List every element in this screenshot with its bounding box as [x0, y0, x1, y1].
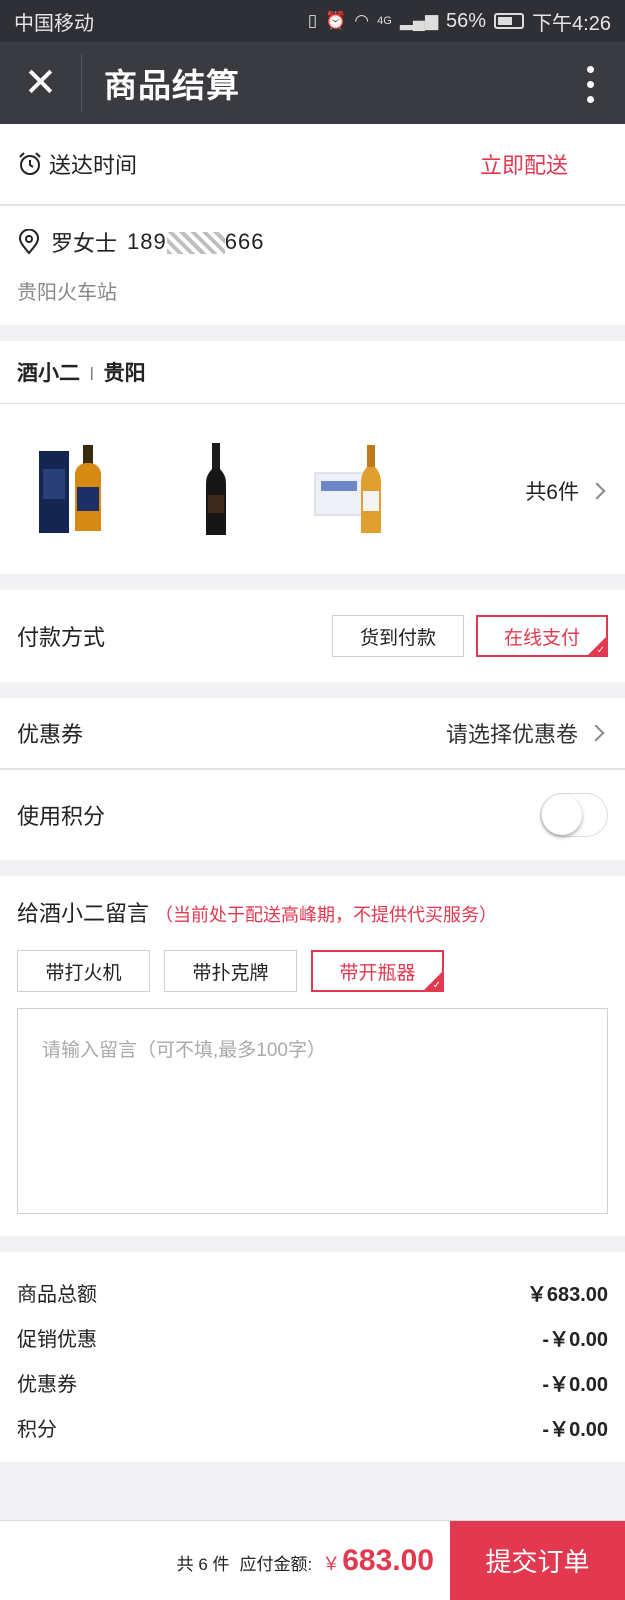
more-options-icon[interactable]: [587, 66, 595, 103]
chip-lighter[interactable]: 带打火机: [17, 950, 150, 992]
total-row-promo: 促销优惠 -￥0.00: [17, 1329, 608, 1351]
alarm-icon: ⏰: [325, 11, 347, 30]
message-hint: （当前处于配送高峰期，不提供代买服务）: [155, 905, 498, 925]
product-count[interactable]: 共6件: [525, 476, 606, 506]
product-count-label: 共6件: [525, 481, 579, 504]
pay-on-delivery-button[interactable]: 货到付款: [332, 615, 464, 657]
recipient-phone: 189 666: [127, 229, 265, 255]
coupon-label: 优惠券: [17, 722, 84, 747]
phone-mask: [166, 232, 225, 255]
chip-bottle-opener[interactable]: 带开瓶器: [311, 950, 444, 992]
selected-check-icon: [424, 972, 442, 991]
carrier-label: 中国移动: [14, 12, 94, 35]
delivery-time-value[interactable]: 立即配送: [480, 148, 608, 180]
close-icon[interactable]: ✕: [0, 54, 82, 112]
shop-separator: |: [90, 364, 94, 380]
order-totals: 商品总额 ￥683.00 促销优惠 -￥0.00 优惠券 -￥0.00 积分 -￥0.0…: [0, 1252, 625, 1462]
vibrate-icon: ▯: [307, 11, 318, 30]
top-navigation-bar: ✕ 商品结算: [0, 42, 625, 124]
selected-check-icon: [588, 637, 606, 656]
total-row-goods: 商品总额 ￥683.00: [17, 1284, 608, 1306]
message-section: 给酒小二留言 （当前处于配送高峰期，不提供代买服务） 带打火机 带扑克牌 带开瓶器…: [0, 876, 625, 1236]
address-block[interactable]: 罗女士 189 666 贵阳火车站: [0, 206, 625, 325]
message-title: 给酒小二留言: [17, 901, 150, 926]
payment-method-row: 付款方式 货到付款 在线支付: [0, 590, 625, 682]
chevron-right-icon: [587, 724, 605, 742]
address-location: 贵阳火车站: [17, 282, 117, 304]
footer-count: 共 6 件: [176, 1554, 230, 1574]
chip-bottle-opener-label: 带开瓶器: [339, 962, 416, 984]
pay-online-button[interactable]: 在线支付: [476, 615, 608, 657]
submit-order-button[interactable]: 提交订单: [450, 1520, 625, 1600]
total-row-coupon: 优惠券 -￥0.00: [17, 1374, 608, 1396]
shop-city: 贵阳: [103, 362, 146, 385]
status-icons: ▯ ⏰ ◠ 4G ▂▄▆ 56% 下午4:26: [308, 7, 611, 36]
product-image-beer: [297, 429, 415, 549]
wifi-icon: ◠: [354, 11, 370, 30]
footer-currency: ￥: [322, 1553, 341, 1574]
total-row-points: 积分 -￥0.00: [17, 1419, 608, 1441]
coupon-row[interactable]: 优惠券 请选择优惠卷: [0, 698, 625, 768]
product-image-whisky: [17, 429, 135, 549]
chevron-right-icon: [588, 482, 606, 500]
payment-method-label: 付款方式: [17, 625, 106, 650]
location-pin-icon: [18, 229, 40, 255]
points-toggle[interactable]: [540, 793, 608, 837]
shop-header: 酒小二 | 贵阳: [0, 341, 625, 403]
page-title: 商品结算: [104, 67, 240, 104]
alarm-clock-icon: [19, 152, 41, 175]
footer-amount: 683.00: [342, 1543, 434, 1577]
network-type-label: 4G: [377, 15, 392, 27]
checkout-bar: 共 6 件 应付金额: ￥683.00 提交订单: [0, 1520, 625, 1600]
pay-online-label: 在线支付: [503, 627, 580, 649]
message-input[interactable]: 请输入留言（可不填,最多100字）: [17, 1008, 608, 1214]
delivery-time-row[interactable]: 送达时间 立即配送: [0, 124, 625, 204]
recipient-name: 罗女士: [51, 231, 118, 256]
status-bar: 中国移动 ▯ ⏰ ◠ 4G ▂▄▆ 56% 下午4:26: [0, 0, 625, 42]
shop-name: 酒小二: [17, 362, 80, 385]
points-row: 使用积分: [0, 770, 625, 860]
product-image-red-wine: [157, 429, 275, 549]
points-label: 使用积分: [17, 804, 106, 829]
chip-poker[interactable]: 带扑克牌: [164, 950, 297, 992]
signal-icon: ▂▄▆: [399, 11, 439, 30]
battery-icon: [494, 13, 525, 29]
product-list[interactable]: 共6件: [0, 404, 625, 574]
delivery-time-label: 送达时间: [49, 153, 138, 178]
footer-amount-label: 应付金额:: [239, 1554, 313, 1574]
battery-percent: 56%: [446, 9, 487, 32]
coupon-value: 请选择优惠卷: [445, 722, 578, 747]
clock-time: 下午4:26: [532, 12, 611, 35]
